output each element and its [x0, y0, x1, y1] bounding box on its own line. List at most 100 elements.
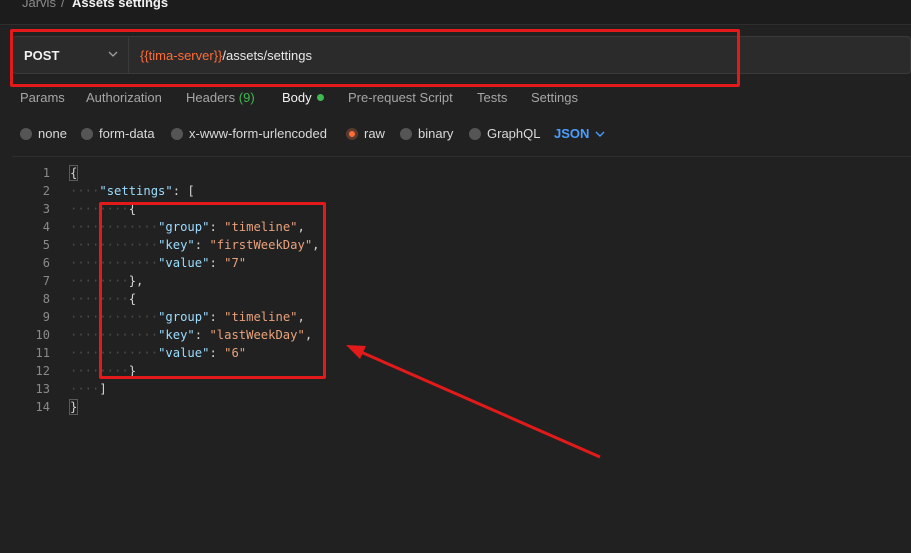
breadcrumb: Jarvis / Assets settings [0, 0, 911, 25]
code-line: ········{ [70, 292, 137, 306]
code-line: ············"group": "timeline", [70, 310, 305, 324]
editor-divider [12, 156, 911, 157]
json-string: "timeline" [224, 220, 298, 234]
tab-body-label: Body [282, 90, 312, 105]
json-brace: } [128, 364, 137, 378]
json-key: "value" [158, 346, 210, 360]
code-line: ········} [70, 364, 137, 378]
radio-form-data-label: form-data [99, 126, 155, 141]
line-number: 7 [42, 274, 50, 288]
line-number: 1 [42, 166, 50, 180]
line-number: 13 [35, 382, 50, 396]
json-string: "6" [224, 346, 247, 360]
line-number: 4 [42, 220, 50, 234]
line-number: 3 [42, 202, 50, 216]
radio-circle-icon [20, 128, 32, 140]
code-line: ············"key": "firstWeekDay", [70, 238, 320, 252]
json-string: "timeline" [224, 310, 298, 324]
headers-count-badge: (9) [238, 90, 255, 105]
json-brace: { [68, 165, 79, 181]
method-select[interactable]: POST [13, 37, 129, 73]
radio-raw-label: raw [364, 126, 385, 141]
radio-urlencoded-label: x-www-form-urlencoded [189, 126, 327, 141]
line-number: 8 [42, 292, 50, 306]
json-key: "value" [158, 256, 210, 270]
json-brace: } [128, 274, 137, 288]
code-line: ········}, [70, 274, 144, 288]
code-line: { [68, 164, 320, 182]
tab-authorization[interactable]: Authorization [86, 90, 162, 105]
json-string: "7" [224, 256, 247, 270]
code-line: ············"key": "lastWeekDay", [70, 328, 313, 342]
json-key: "key" [158, 328, 195, 342]
chevron-down-icon [108, 51, 118, 57]
radio-x-www-form-urlencoded[interactable]: x-www-form-urlencoded [171, 126, 327, 141]
radio-graphql-label: GraphQL [487, 126, 541, 141]
radio-circle-icon [81, 128, 93, 140]
code-line: ············"value": "7" [70, 256, 247, 270]
radio-circle-icon [171, 128, 183, 140]
radio-binary[interactable]: binary [400, 126, 453, 141]
json-bracket: [ [187, 184, 195, 198]
tab-params[interactable]: Params [20, 90, 65, 105]
breadcrumb-current: Assets settings [72, 0, 169, 10]
tab-headers[interactable]: Headers (9) [186, 90, 255, 105]
tab-pre-request-script[interactable]: Pre-request Script [348, 90, 453, 105]
json-brace: { [128, 202, 137, 216]
code-line: } [68, 398, 320, 416]
line-number: 12 [35, 364, 50, 378]
code-line: ····"settings": [ [70, 184, 195, 198]
tab-params-label: Params [20, 90, 65, 105]
json-key: "group" [158, 220, 210, 234]
json-string: "lastWeekDay" [209, 328, 305, 342]
radio-circle-icon [400, 128, 412, 140]
radio-graphql[interactable]: GraphQL [469, 126, 540, 141]
line-number: 5 [42, 238, 50, 252]
breadcrumb-parent[interactable]: Jarvis [22, 0, 56, 10]
line-number: 9 [42, 310, 50, 324]
code-editor[interactable]: { ····"settings": [ ········{ ··········… [68, 164, 320, 416]
radio-none[interactable]: none [20, 126, 67, 141]
json-bracket: ] [99, 382, 107, 396]
tab-tests[interactable]: Tests [477, 90, 507, 105]
radio-none-label: none [38, 126, 67, 141]
annotation-arrow-icon [346, 345, 601, 459]
body-active-dot [316, 94, 324, 101]
code-line: ········{ [70, 202, 137, 216]
json-brace: } [68, 399, 79, 415]
method-label: POST [24, 48, 60, 63]
json-string: "firstWeekDay" [209, 238, 313, 252]
format-label: JSON [554, 126, 590, 141]
line-number-gutter: 1 2 3 4 5 6 7 8 9 10 11 12 13 14 [14, 164, 50, 416]
tab-pre-request-label: Pre-request Script [348, 90, 453, 105]
line-number: 14 [35, 400, 50, 414]
radio-form-data[interactable]: form-data [81, 126, 155, 141]
breadcrumb-separator: / [61, 0, 65, 10]
tab-authorization-label: Authorization [86, 90, 162, 105]
radio-raw[interactable]: raw [346, 126, 385, 141]
code-line: ····] [70, 382, 107, 396]
request-tabs: Params Authorization Headers (9) Body Pr… [0, 90, 911, 110]
line-number: 6 [42, 256, 50, 270]
line-number: 11 [35, 346, 50, 360]
body-type-options: none form-data x-www-form-urlencoded raw… [0, 126, 911, 146]
json-key: "group" [158, 310, 210, 324]
radio-selected-icon [346, 128, 358, 140]
format-select[interactable]: JSON [554, 126, 605, 141]
code-line: ············"value": "6" [70, 346, 247, 360]
json-key: "key" [158, 238, 195, 252]
tab-settings[interactable]: Settings [531, 90, 578, 105]
tab-body[interactable]: Body [282, 90, 324, 105]
url-variable: {{tima-server}} [140, 48, 223, 63]
json-key: "settings" [99, 184, 173, 198]
url-input[interactable]: {{tima-server}}/assets/settings [140, 48, 312, 63]
tab-tests-label: Tests [477, 90, 508, 105]
tab-headers-label: Headers [186, 90, 236, 105]
line-number: 10 [35, 328, 50, 342]
code-line: ············"group": "timeline", [70, 220, 305, 234]
chevron-down-icon [595, 131, 605, 137]
line-number: 2 [42, 184, 50, 198]
radio-binary-label: binary [418, 126, 454, 141]
json-brace: { [128, 292, 137, 306]
url-path: /assets/settings [222, 48, 312, 63]
